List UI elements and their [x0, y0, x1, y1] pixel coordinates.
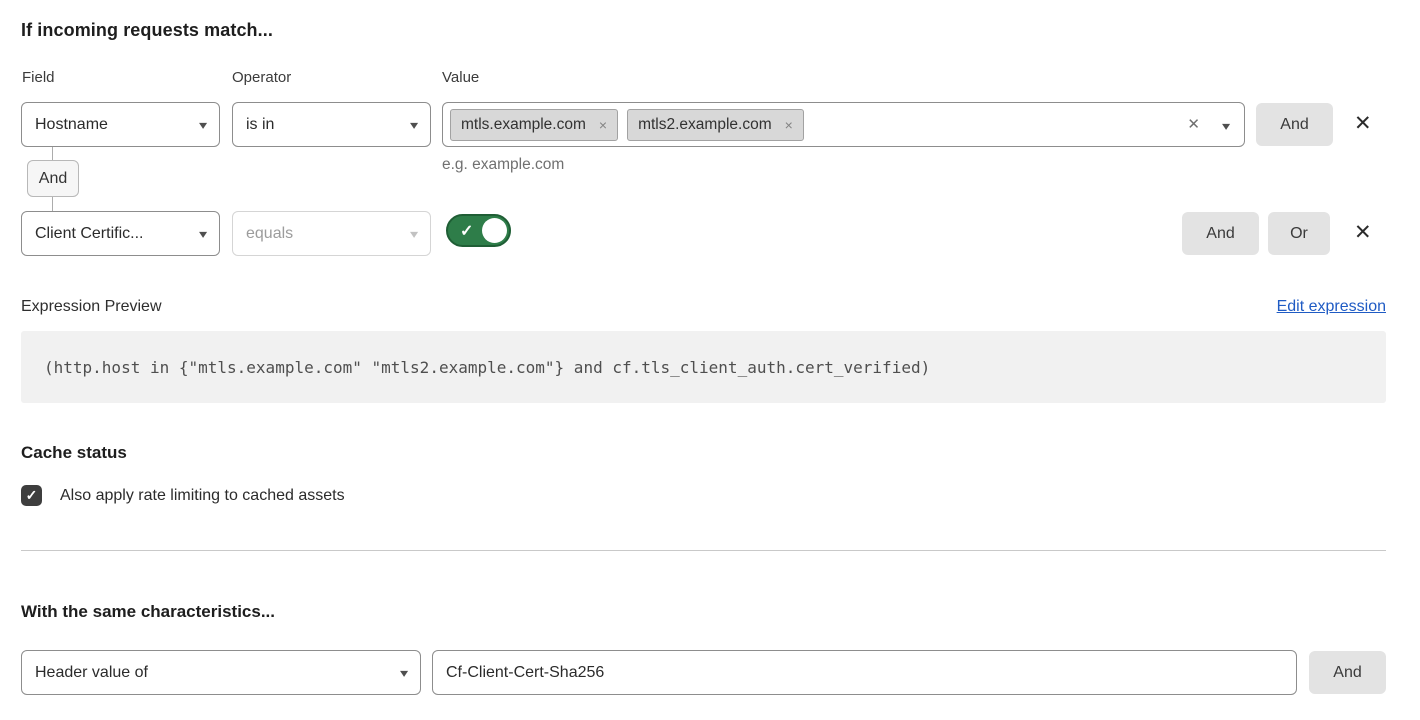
value-tag: mtls2.example.com × — [627, 109, 804, 141]
and-button-characteristics[interactable]: And — [1309, 651, 1386, 694]
expression-code: (http.host in {"mtls.example.com" "mtls2… — [44, 358, 930, 377]
connector-line — [52, 147, 53, 161]
value-multiselect[interactable]: mtls.example.com × mtls2.example.com × ✕… — [442, 102, 1245, 147]
chevron-down-icon: ▾ — [400, 666, 408, 680]
tag-remove-icon[interactable]: × — [785, 117, 793, 133]
or-button-row2[interactable]: Or — [1268, 212, 1330, 255]
header-name-input[interactable] — [432, 650, 1297, 695]
value-tag-text: mtls2.example.com — [638, 116, 772, 134]
field-select-row2-value: Client Certific... — [35, 225, 143, 243]
field-select-row2[interactable]: Client Certific... ▾ — [21, 211, 220, 256]
chevron-down-icon: ▾ — [410, 227, 418, 241]
expression-preview-label: Expression Preview — [21, 298, 162, 316]
check-icon: ✓ — [460, 221, 473, 241]
operator-column-label: Operator — [232, 69, 291, 86]
characteristics-title: With the same characteristics... — [21, 602, 275, 622]
and-button-row1[interactable]: And — [1256, 103, 1333, 146]
check-icon: ✓ — [26, 487, 38, 504]
expression-code-block: (http.host in {"mtls.example.com" "mtls2… — [21, 331, 1386, 403]
field-select-row1-value: Hostname — [35, 116, 108, 134]
chevron-down-icon[interactable]: ▾ — [1222, 119, 1230, 133]
tag-remove-icon[interactable]: × — [599, 117, 607, 133]
and-button-row2[interactable]: And — [1182, 212, 1259, 255]
cache-checkbox[interactable]: ✓ — [21, 485, 42, 506]
operator-select-row2-value: equals — [246, 225, 293, 243]
value-tag: mtls.example.com × — [450, 109, 618, 141]
value-helper-text: e.g. example.com — [442, 156, 564, 174]
cache-checkbox-label: Also apply rate limiting to cached asset… — [60, 487, 345, 505]
cert-verified-toggle[interactable]: ✓ — [446, 214, 511, 247]
operator-select-row1[interactable]: is in ▾ — [232, 102, 431, 147]
clear-values-icon[interactable]: ✕ — [1187, 115, 1200, 133]
connector-line — [52, 197, 53, 211]
field-column-label: Field — [22, 69, 55, 86]
toggle-knob — [482, 218, 507, 243]
chevron-down-icon: ▾ — [410, 118, 418, 132]
characteristic-select[interactable]: Header value of ▾ — [21, 650, 421, 695]
value-tag-text: mtls.example.com — [461, 116, 586, 134]
chevron-down-icon: ▾ — [199, 227, 207, 241]
match-section-title: If incoming requests match... — [21, 20, 273, 41]
chevron-down-icon: ▾ — [199, 118, 207, 132]
edit-expression-link[interactable]: Edit expression — [1277, 298, 1386, 316]
remove-row2-icon[interactable]: ✕ — [1354, 222, 1372, 243]
rule-builder: If incoming requests match... Field Oper… — [0, 0, 1420, 720]
section-divider — [21, 550, 1386, 551]
field-select-row1[interactable]: Hostname ▾ — [21, 102, 220, 147]
operator-select-row2: equals ▾ — [232, 211, 431, 256]
connector-and-button[interactable]: And — [27, 160, 79, 197]
remove-row1-icon[interactable]: ✕ — [1354, 113, 1372, 134]
cache-status-title: Cache status — [21, 443, 127, 463]
operator-select-row1-value: is in — [246, 116, 274, 134]
value-column-label: Value — [442, 69, 479, 86]
characteristic-select-value: Header value of — [35, 664, 148, 682]
